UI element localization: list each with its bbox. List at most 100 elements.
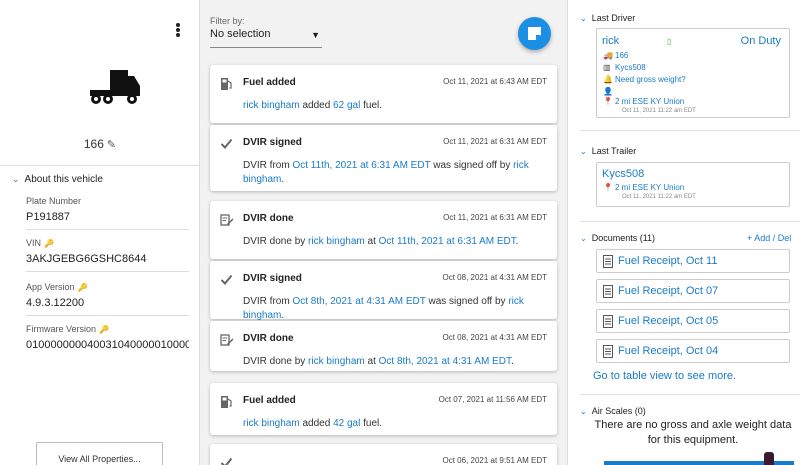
truck-icon (90, 70, 140, 104)
filter-value: No selection (210, 28, 271, 40)
about-vehicle-toggle[interactable]: ⌄ About this vehicle (12, 174, 103, 185)
event-date: Oct 08, 2021 at 4:31 AM EDT (442, 273, 548, 282)
view-all-properties-button[interactable]: View All Properties... (36, 442, 163, 465)
chevron-down-icon: ⌄ (580, 147, 587, 156)
timeline-event-card[interactable]: Fuel added Oct 11, 2021 at 6:43 AM EDT ric… (210, 65, 557, 123)
chat-widget-icon[interactable] (764, 452, 774, 465)
last-trailer-toggle[interactable]: ⌄ Last Trailer (580, 146, 636, 156)
timeline-event-card[interactable]: DVIR done Oct 08, 2021 at 4:31 AM EDT DVIR… (210, 321, 557, 371)
document-item[interactable]: Fuel Receipt, Oct 11 (596, 249, 790, 273)
note-icon (528, 27, 541, 40)
add-note-button[interactable] (518, 17, 551, 50)
location-time: Oct 11, 2021 11:22 am EDT (622, 108, 696, 114)
event-text: fuel. (360, 418, 383, 429)
fuel-icon (220, 395, 234, 409)
event-text: was signed off by (425, 296, 509, 307)
truck-small-icon: 🚚 (603, 51, 613, 60)
unit-number-text: 166 (83, 137, 104, 151)
timeline-event-card[interactable]: DVIR signed Oct 08, 2021 at 4:31 AM EDT DV… (210, 261, 557, 321)
document-label: Fuel Receipt, Oct 04 (618, 345, 719, 357)
document-item[interactable]: Fuel Receipt, Oct 04 (596, 339, 790, 363)
last-driver-toggle[interactable]: ⌄ Last Driver (580, 13, 635, 23)
event-text: . (281, 174, 285, 185)
last-driver-header: Last Driver (591, 13, 636, 23)
driver-trailer-link[interactable]: Kycs508 (615, 63, 646, 72)
edit-pencil-icon[interactable]: ✎ (107, 139, 116, 151)
event-description: DVIR done by rick bingham at Oct 11th, 2… (243, 235, 547, 249)
event-date: Oct 11, 2021 at 6:31 AM EDT (443, 137, 547, 146)
gross-weight-link[interactable]: Need gross weight? (615, 75, 686, 84)
trailer-name[interactable]: Kycs508 (602, 168, 644, 180)
event-link[interactable]: rick bingham (308, 236, 365, 247)
document-item[interactable]: Fuel Receipt, Oct 07 (596, 279, 790, 303)
event-date: Oct 07, 2021 at 11:56 AM EDT (438, 395, 547, 404)
event-link[interactable]: Oct 8th, 2021 at 4:31 AM EDT (379, 356, 511, 367)
timeline-event-card[interactable]: DVIR signed Oct 11, 2021 at 6:31 AM EDT DV… (210, 125, 557, 191)
event-text: DVIR done by (243, 236, 309, 247)
event-title: Fuel added (243, 395, 296, 406)
timeline-panel: Filter by: No selection ▼ Fuel added Oct … (200, 0, 568, 465)
about-vehicle-label: About this vehicle (24, 174, 103, 185)
phone-icon: ▯ (667, 37, 672, 46)
document-label: Fuel Receipt, Oct 05 (618, 315, 719, 327)
timeline-event-card[interactable]: DVIR done Oct 11, 2021 at 6:31 AM EDT DVIR… (210, 201, 557, 259)
document-item[interactable]: Fuel Receipt, Oct 05 (596, 309, 790, 333)
last-trailer-card[interactable]: Kycs508 📍 2 mi ESE KY Union Oct 11, 2021 … (596, 162, 790, 207)
event-text: DVIR from (243, 160, 293, 171)
property-app-version: App Version 🔑 4.9.3.12200 (26, 282, 189, 316)
vehicle-panel: 166 ✎ ⌄ About this vehicle Plate Number P1… (0, 0, 200, 465)
more-options-icon[interactable] (172, 22, 184, 42)
event-title: DVIR done (243, 333, 294, 344)
event-date: Oct 08, 2021 at 4:31 AM EDT (442, 333, 548, 342)
event-link[interactable]: 42 gal (333, 418, 360, 429)
event-text: added (299, 418, 334, 429)
event-link[interactable]: rick bingham (243, 100, 300, 111)
event-date: Oct 06, 2021 at 9:51 AM EDT (442, 456, 548, 465)
event-text: fuel. (360, 100, 383, 111)
trailer-location-time: Oct 11, 2021 11:22 am EDT (622, 194, 696, 200)
dvir-edit-icon (220, 333, 234, 347)
driver-location-link[interactable]: 2 mi ESE KY Union (615, 97, 684, 106)
property-label: App Version (26, 282, 75, 292)
document-icon (603, 255, 613, 268)
filter-select[interactable]: No selection ▼ (210, 28, 322, 48)
event-text: . (281, 310, 285, 321)
document-icon (603, 345, 613, 358)
document-icon (603, 285, 613, 298)
checkmark-icon (220, 137, 234, 151)
divider (580, 394, 800, 395)
table-view-link[interactable]: Go to table view to see more. (593, 370, 736, 382)
air-scales-message: There are no gross and axle weight data … (594, 419, 792, 446)
event-link[interactable]: Oct 11th, 2021 at 6:31 AM EDT (292, 160, 430, 171)
chevron-down-icon: ⌄ (580, 234, 587, 243)
location-pin-icon: 📍 (603, 97, 613, 106)
fuel-icon (220, 77, 234, 91)
air-scales-toggle[interactable]: ⌄ Air Scales (0) (580, 406, 646, 416)
timeline-event-card[interactable]: Oct 06, 2021 at 9:51 AM EDT (210, 444, 557, 465)
key-icon: 🔑 (99, 325, 109, 334)
property-value: 3AKJGEBG6GSHC8644 (26, 253, 147, 265)
trailer-location-link[interactable]: 2 mi ESE KY Union (615, 183, 684, 192)
event-link[interactable]: Oct 11th, 2021 at 6:31 AM EDT (379, 236, 516, 247)
documents-toggle[interactable]: ⌄ Documents (11) (580, 233, 655, 243)
driver-truck-link[interactable]: 166 (615, 51, 628, 60)
filter-label: Filter by: (210, 16, 245, 26)
event-description: DVIR done by rick bingham at Oct 8th, 20… (243, 355, 547, 369)
event-description: rick bingham added 42 gal fuel. (243, 417, 547, 431)
chevron-down-icon: ⌄ (580, 14, 587, 23)
event-link[interactable]: 62 gal (333, 100, 360, 111)
checkmark-icon (220, 273, 234, 287)
last-driver-card[interactable]: rick ▯ On Duty 🚚 166 ▥ Kycs508 🔔 Need gross… (596, 28, 790, 118)
timeline-event-card[interactable]: Fuel added Oct 07, 2021 at 11:56 AM EDT ri… (210, 383, 557, 435)
document-icon (603, 315, 613, 328)
add-del-documents-link[interactable]: + Add / Del (747, 233, 791, 243)
unit-number: 166 ✎ (0, 137, 200, 151)
event-link[interactable]: rick bingham (308, 356, 365, 367)
checkmark-icon (220, 456, 234, 465)
driver-name[interactable]: rick (602, 35, 619, 47)
divider (580, 221, 800, 222)
event-text: DVIR done by (243, 356, 309, 367)
event-link[interactable]: Oct 8th, 2021 at 4:31 AM EDT (292, 296, 425, 307)
event-link[interactable]: rick bingham (243, 418, 300, 429)
divider (0, 165, 200, 166)
